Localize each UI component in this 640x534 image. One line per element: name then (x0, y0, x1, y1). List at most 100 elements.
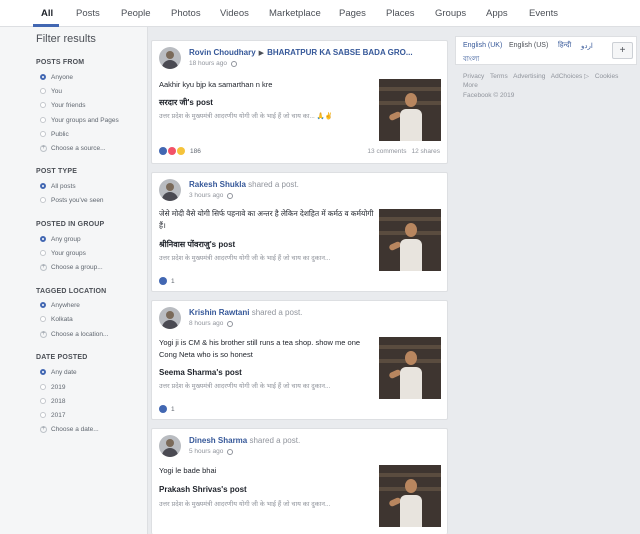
tab-groups[interactable]: Groups (435, 8, 466, 19)
date-option-2019[interactable]: 2019 (40, 382, 65, 392)
language-link[interactable]: हिन्दी (558, 41, 571, 50)
choose-group-link[interactable]: + Choose a group... (40, 262, 103, 272)
tab-photos[interactable]: Photos (171, 8, 201, 19)
language-link[interactable]: اردو (581, 42, 593, 50)
tab-events[interactable]: Events (529, 8, 558, 19)
date-posted-title: DATE POSTED (36, 354, 88, 361)
posts-from-option-groups-pages[interactable]: Your groups and Pages (40, 115, 119, 125)
author-name[interactable]: Dinesh Sharma (189, 436, 247, 445)
arrow-right-icon: ▶ (258, 50, 265, 57)
post-header: Dinesh Sharma shared a post. (189, 436, 300, 445)
reaction-count: 1 (171, 405, 175, 413)
radio-icon (40, 384, 46, 390)
group-option-your-groups[interactable]: Your groups (40, 248, 86, 258)
posts-from-option-friends[interactable]: Your friends (40, 100, 85, 110)
post-type-option-all[interactable]: All posts (40, 181, 76, 191)
language-selector: English (UK) English (US) हिन्दी اردو বা… (455, 36, 637, 65)
shared-post-thumbnail[interactable] (379, 337, 441, 399)
radio-icon (40, 88, 46, 94)
post-meta: 18 hours ago (189, 60, 237, 67)
shared-post-thumbnail[interactable] (379, 209, 441, 271)
post-card: Rakesh Shukla shared a post. 3 hours ago… (151, 172, 448, 292)
reaction-count: 186 (190, 147, 201, 155)
footer-link-advertising[interactable]: Advertising (513, 73, 545, 80)
shares-count[interactable]: 12 shares (411, 148, 440, 155)
post-text: Yogi le bade bhai (159, 466, 217, 475)
post-header: Rakesh Shukla shared a post. (189, 180, 299, 189)
tab-posts[interactable]: Posts (76, 8, 100, 19)
shared-a-post-label: shared a post. (251, 308, 303, 317)
post-header: Krishin Rawtani shared a post. (189, 308, 302, 317)
shared-post-title[interactable]: श्रीनिवास पोंवराजु's post (159, 239, 235, 250)
reactions-summary[interactable]: 1 (159, 277, 175, 285)
avatar[interactable] (159, 307, 181, 329)
radio-icon (40, 197, 46, 203)
post-card: Rovin Choudhary ▶ BHARATPUR KA SABSE BADA … (151, 40, 448, 164)
post-type-option-seen[interactable]: Posts you've seen (40, 195, 104, 205)
date-option-2018[interactable]: 2018 (40, 396, 65, 406)
shared-post-title[interactable]: Seema Sharma's post (159, 368, 242, 377)
post-time[interactable]: 8 hours ago (189, 320, 223, 327)
author-name[interactable]: Rakesh Shukla (189, 180, 246, 189)
post-time[interactable]: 5 hours ago (189, 448, 223, 455)
shared-a-post-label: shared a post. (248, 180, 299, 189)
language-link[interactable]: বাংলা (463, 53, 479, 65)
footer-link-privacy[interactable]: Privacy (463, 73, 484, 80)
footer-link-more[interactable]: More (463, 82, 478, 89)
post-stats: 13 comments 12 shares (362, 148, 440, 155)
radio-selected-icon (40, 302, 46, 308)
tab-apps[interactable]: Apps (486, 8, 508, 19)
location-option-anywhere[interactable]: Anywhere (40, 300, 80, 310)
date-option-2017[interactable]: 2017 (40, 410, 65, 420)
avatar[interactable] (159, 435, 181, 457)
copyright-text: Facebook © 2019 (463, 92, 515, 99)
location-option-kolkata[interactable]: Kolkata (40, 314, 73, 324)
avatar[interactable] (159, 179, 181, 201)
choose-date-link[interactable]: + Choose a date... (40, 424, 99, 434)
tab-pages[interactable]: Pages (339, 8, 366, 19)
date-option-any[interactable]: Any date (40, 367, 77, 377)
shared-post-thumbnail[interactable] (379, 465, 441, 527)
globe-icon (227, 320, 234, 327)
reactions-summary[interactable]: 186 (159, 147, 201, 155)
post-time[interactable]: 18 hours ago (189, 60, 227, 67)
author-name[interactable]: Rovin Choudhary (189, 48, 256, 57)
radio-icon (40, 117, 46, 123)
radio-selected-icon (40, 183, 46, 189)
choose-source-link[interactable]: + Choose a source... (40, 143, 106, 153)
radio-selected-icon (40, 236, 46, 242)
plus-icon: + (40, 263, 47, 271)
tab-marketplace[interactable]: Marketplace (269, 8, 321, 19)
shared-post-preview: उत्तर प्रदेश के मुख्यमंत्री आदरणीय योगी … (159, 501, 331, 508)
like-reaction-icon (159, 405, 167, 413)
add-language-button[interactable]: + (612, 42, 633, 59)
footer-link-cookies[interactable]: Cookies (595, 73, 618, 80)
shared-post-thumbnail[interactable] (379, 79, 441, 141)
posts-from-option-public[interactable]: Public (40, 129, 69, 139)
love-reaction-icon (168, 147, 176, 155)
shared-a-post-label: shared a post. (249, 436, 301, 445)
avatar[interactable] (159, 47, 181, 69)
reactions-summary[interactable]: 1 (159, 405, 175, 413)
tab-places[interactable]: Places (386, 8, 415, 19)
shared-post-title[interactable]: Prakash Shrivas's post (159, 485, 247, 494)
tab-videos[interactable]: Videos (220, 8, 249, 19)
tab-people[interactable]: People (121, 8, 151, 19)
comments-count[interactable]: 13 comments (367, 148, 406, 155)
language-link[interactable]: English (UK) (463, 42, 502, 49)
plus-icon: + (40, 330, 47, 338)
radio-icon (40, 412, 46, 418)
group-name-link[interactable]: BHARATPUR KA SABSE BADA GRO... (267, 48, 412, 57)
footer-link-terms[interactable]: Terms (490, 73, 508, 80)
tab-all[interactable]: All (41, 8, 53, 19)
post-text: Aakhir kyu bjp ka samarthan n kre (159, 80, 273, 89)
author-name[interactable]: Krishin Rawtani (189, 308, 249, 317)
footer-link-adchoices[interactable]: AdChoices ▷ (551, 73, 589, 80)
posts-from-option-you[interactable]: You (40, 86, 62, 96)
shared-post-title[interactable]: सरदार जी's post (159, 97, 213, 108)
shared-post-preview: उत्तर प्रदेश के मुख्यमंत्री आदरणीय योगी … (159, 383, 331, 390)
post-time[interactable]: 3 hours ago (189, 192, 223, 199)
choose-location-link[interactable]: + Choose a location... (40, 329, 108, 339)
posts-from-option-anyone[interactable]: Anyone (40, 72, 73, 82)
group-option-any[interactable]: Any group (40, 234, 81, 244)
